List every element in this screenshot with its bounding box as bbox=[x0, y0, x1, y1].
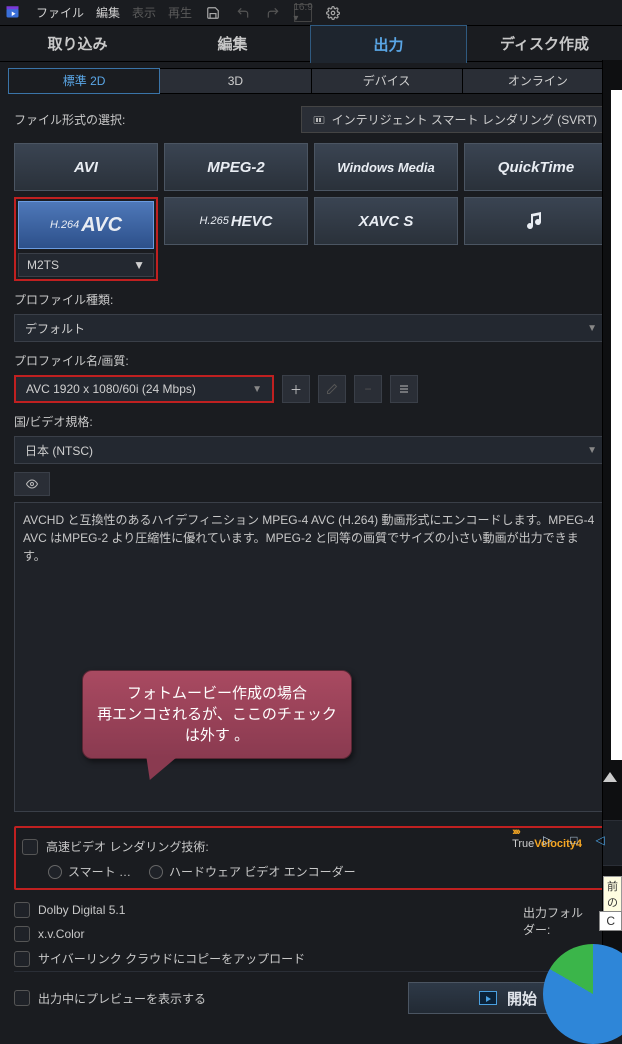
callout-text: フォトムービー作成の場合 再エンコされるが、ここのチェック は外す 。 bbox=[97, 683, 337, 746]
settings-icon[interactable] bbox=[324, 4, 342, 22]
chevron-down-icon: ▼ bbox=[587, 445, 597, 456]
format-wmv[interactable]: Windows Media bbox=[314, 143, 458, 191]
mode-device[interactable]: デバイス bbox=[312, 68, 463, 94]
region-select[interactable]: 日本 (NTSC) ▼ bbox=[14, 436, 608, 464]
tab-import[interactable]: 取り込み bbox=[0, 25, 155, 62]
play-icon[interactable]: ▷ bbox=[543, 833, 552, 847]
svrt-button[interactable]: インテリジェント スマート レンダリング (SVRT) bbox=[301, 106, 608, 133]
minus-icon: − bbox=[364, 382, 371, 396]
fast-render-checkbox[interactable] bbox=[22, 839, 38, 855]
fast-render-label: 高速ビデオ レンダリング技術: bbox=[46, 838, 209, 855]
redo-icon bbox=[264, 4, 282, 22]
profile-name-value: AVC 1920 x 1080/60i (24 Mbps) bbox=[26, 382, 196, 396]
pencil-icon bbox=[326, 383, 338, 395]
smart-radio[interactable] bbox=[48, 865, 62, 879]
profile-details-button[interactable] bbox=[390, 375, 418, 403]
mode-2d[interactable]: 標準 2D bbox=[8, 68, 160, 94]
music-icon bbox=[524, 209, 548, 233]
dolby-checkbox[interactable] bbox=[14, 902, 30, 918]
preview-canvas bbox=[611, 90, 622, 760]
container-select[interactable]: M2TS ▼ bbox=[18, 253, 154, 277]
menu-file[interactable]: ファイル bbox=[36, 4, 84, 21]
chevron-down-icon: ▼ bbox=[252, 384, 262, 395]
format-label: HEVC bbox=[231, 213, 273, 230]
svrt-label: インテリジェント スマート レンダリング (SVRT) bbox=[332, 111, 597, 128]
preview-during-output-checkbox[interactable] bbox=[14, 990, 30, 1006]
clip-icon bbox=[479, 991, 497, 1005]
mode-3d[interactable]: 3D bbox=[160, 68, 311, 94]
format-prefix: H.264 bbox=[50, 219, 79, 231]
smart-label: スマート … bbox=[68, 863, 131, 880]
format-h265-hevc[interactable]: H.265 HEVC bbox=[164, 197, 308, 245]
plus-icon: ＋ bbox=[290, 381, 302, 398]
menu-play: 再生 bbox=[168, 4, 192, 21]
undo-icon bbox=[234, 4, 252, 22]
profile-name-label: プロファイル名/画質: bbox=[14, 352, 608, 369]
remove-profile-button: − bbox=[354, 375, 382, 403]
file-format-label: ファイル形式の選択: bbox=[14, 111, 125, 128]
chevrons-icon: ›››› bbox=[512, 826, 519, 838]
chevron-down-icon: ▼ bbox=[133, 258, 145, 272]
workflow-tabs: 取り込み 編集 出力 ディスク作成 bbox=[0, 26, 622, 62]
profile-type-value: デフォルト bbox=[25, 320, 85, 337]
preview-button[interactable] bbox=[14, 472, 50, 496]
annotation-callout: フォトムービー作成の場合 再エンコされるが、ここのチェック は外す 。 bbox=[82, 670, 352, 759]
format-avi[interactable]: AVI bbox=[14, 143, 158, 191]
output-folder-field[interactable]: C bbox=[599, 911, 622, 931]
stop-icon[interactable]: □ bbox=[570, 833, 577, 847]
hw-encoder-radio[interactable] bbox=[149, 865, 163, 879]
format-audio[interactable] bbox=[464, 197, 608, 245]
cloud-checkbox[interactable] bbox=[14, 951, 30, 967]
profile-description: AVCHD と互換性のあるハイデフィニション MPEG-4 AVC (H.264… bbox=[14, 502, 608, 812]
format-quicktime[interactable]: QuickTime bbox=[464, 143, 608, 191]
region-label: 国/ビデオ規格: bbox=[14, 413, 608, 430]
aspect-icon: 16:9 ▾ bbox=[294, 4, 312, 22]
profile-type-label: プロファイル種類: bbox=[14, 291, 608, 308]
output-mode-tabs: 標準 2D 3D デバイス オンライン bbox=[8, 68, 614, 94]
preview-pane: ▷ □ ◁ 前の 出力フォルダー: C bbox=[602, 60, 622, 1024]
dolby-label: Dolby Digital 5.1 bbox=[38, 903, 125, 917]
timeline-playhead[interactable] bbox=[603, 772, 617, 782]
preview-during-output-label: 出力中にプレビューを表示する bbox=[38, 990, 206, 1007]
menu-bar: ファイル 編集 表示 再生 16:9 ▾ bbox=[0, 0, 622, 26]
tab-disc[interactable]: ディスク作成 bbox=[467, 25, 622, 62]
xvcolor-checkbox[interactable] bbox=[14, 926, 30, 942]
cloud-label: サイバーリンク クラウドにコピーをアップロード bbox=[38, 950, 305, 967]
start-label: 開始 bbox=[507, 988, 537, 1009]
format-h264-avc[interactable]: H.264 AVC bbox=[18, 201, 154, 249]
eye-icon bbox=[23, 478, 41, 490]
tab-output[interactable]: 出力 bbox=[310, 25, 467, 63]
svrt-icon bbox=[312, 114, 326, 126]
menu-edit[interactable]: 編集 bbox=[96, 4, 120, 21]
tab-edit[interactable]: 編集 bbox=[155, 25, 310, 62]
list-icon bbox=[398, 383, 410, 395]
chevron-down-icon: ▼ bbox=[587, 323, 597, 334]
format-prefix: H.265 bbox=[199, 215, 228, 227]
prev-frame-icon[interactable]: ◁ bbox=[595, 833, 604, 847]
mode-online[interactable]: オンライン bbox=[463, 68, 614, 94]
edit-profile-button bbox=[318, 375, 346, 403]
app-logo-icon bbox=[4, 4, 24, 22]
playback-controls: ▷ □ ◁ bbox=[603, 820, 622, 866]
format-avc-highlight: H.264 AVC M2TS ▼ bbox=[14, 197, 158, 281]
xvcolor-label: x.v.Color bbox=[38, 927, 84, 941]
save-icon[interactable] bbox=[204, 4, 222, 22]
output-folder-label: 出力フォルダー: bbox=[523, 904, 593, 938]
format-label: AVC bbox=[81, 214, 122, 237]
hw-encoder-label: ハードウェア ビデオ エンコーダー bbox=[169, 863, 356, 880]
profile-name-select[interactable]: AVC 1920 x 1080/60i (24 Mbps) ▼ bbox=[14, 375, 274, 403]
format-xavcs[interactable]: XAVC S bbox=[314, 197, 458, 245]
add-profile-button[interactable]: ＋ bbox=[282, 375, 310, 403]
profile-type-select[interactable]: デフォルト ▼ bbox=[14, 314, 608, 342]
menu-view: 表示 bbox=[132, 4, 156, 21]
format-mpeg2[interactable]: MPEG-2 bbox=[164, 143, 308, 191]
container-value: M2TS bbox=[27, 258, 59, 272]
region-value: 日本 (NTSC) bbox=[25, 442, 93, 459]
